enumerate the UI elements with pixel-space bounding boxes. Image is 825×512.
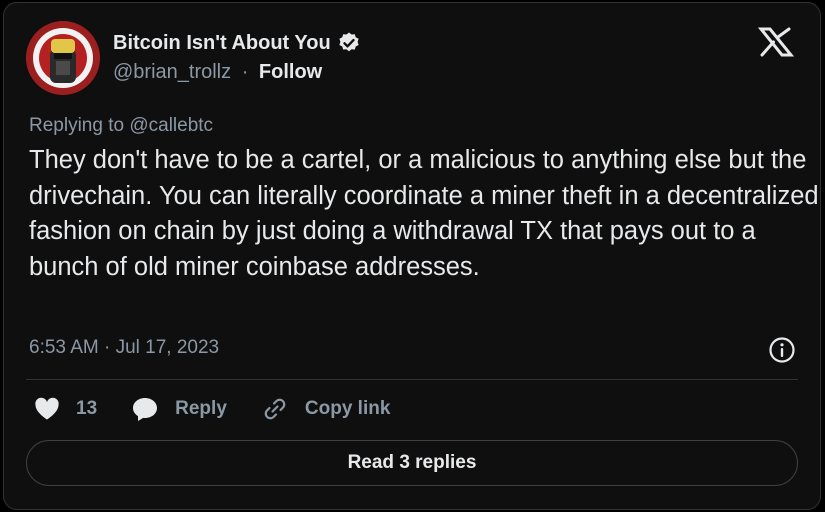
like-button[interactable]: 13 [34,397,131,421]
reply-bubble-icon [133,398,158,421]
verified-badge-icon [339,32,359,52]
follow-button[interactable]: Follow [259,61,322,83]
info-icon[interactable] [768,336,796,364]
avatar-image [26,21,100,95]
action-bar: 13 Reply Copy link [34,395,390,423]
tweet-card: Bitcoin Isn't About You @brian_trollz · … [3,2,821,510]
divider [26,379,798,380]
link-icon [264,398,286,420]
author-name-row: Bitcoin Isn't About You [113,31,361,55]
read-replies-button[interactable]: Read 3 replies [26,440,798,486]
heart-icon [35,397,59,420]
author-handle-row: @brian_trollz · Follow [113,61,322,84]
like-count: 13 [76,398,98,419]
author-name[interactable]: Bitcoin Isn't About You [113,32,331,55]
reply-label: Reply [175,398,227,419]
tweet-text: They don't have to be a cartel, or a mal… [29,146,819,281]
copy-link-label: Copy link [304,398,391,419]
tweet-timestamp[interactable]: 6:53 AM · Jul 17, 2023 [29,337,219,359]
read-replies-label: Read 3 replies [347,452,477,473]
handle-separator: · [241,61,249,83]
reply-button[interactable]: Reply [131,396,261,422]
x-logo-icon[interactable] [758,27,794,57]
replying-to-label[interactable]: Replying to @callebtc [29,115,213,137]
copy-link-button[interactable]: Copy link [261,395,391,423]
avatar[interactable] [26,21,100,95]
author-handle[interactable]: @brian_trollz [113,61,231,83]
